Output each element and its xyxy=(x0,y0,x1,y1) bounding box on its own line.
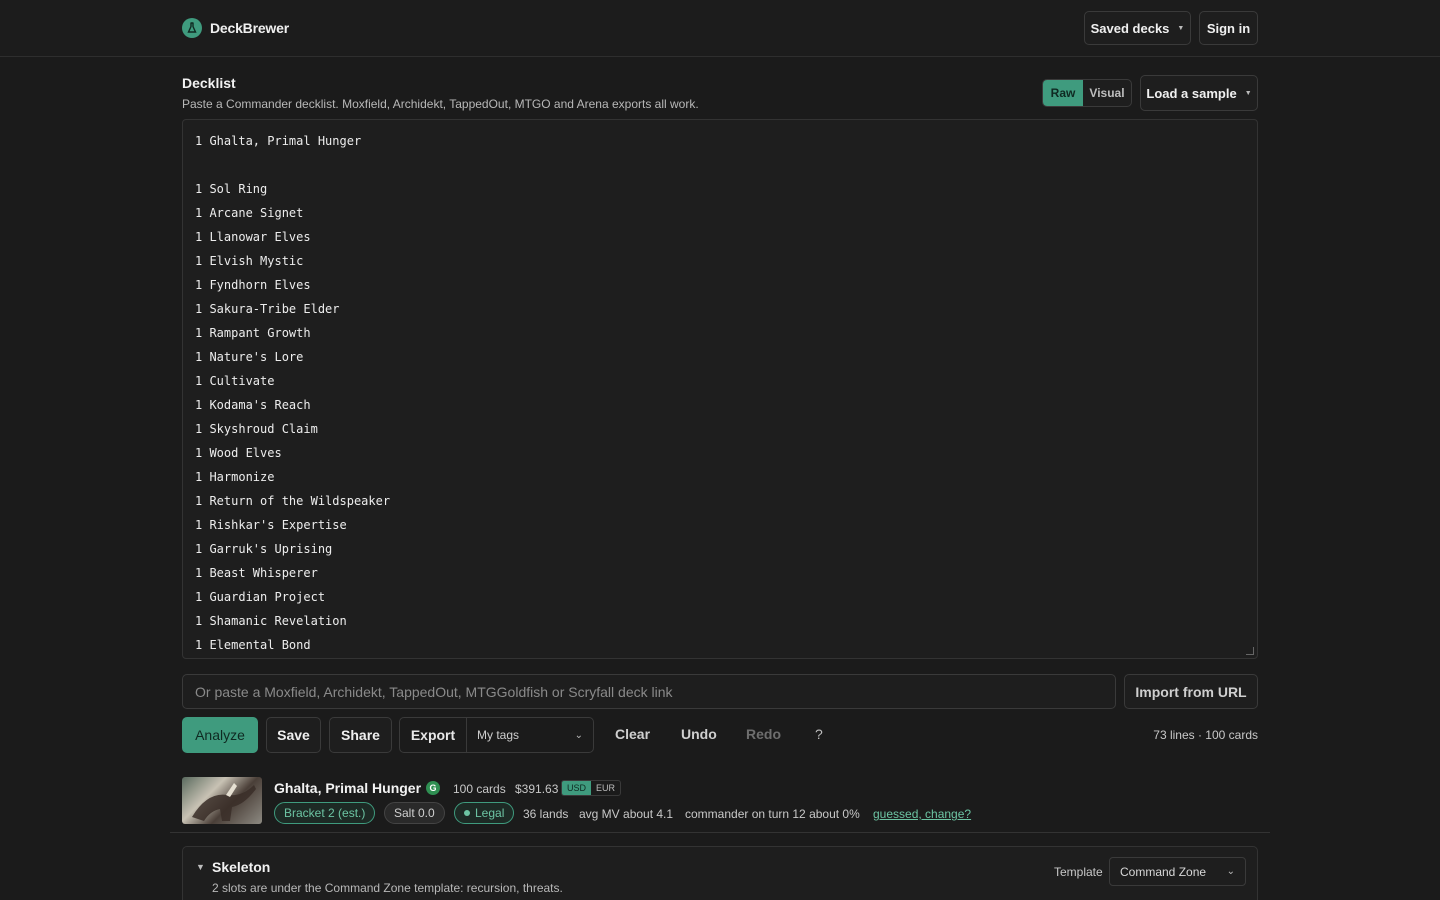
decklist-line xyxy=(195,157,1245,181)
chevron-down-icon: ⌄ xyxy=(1226,866,1235,877)
status-dot-icon xyxy=(464,810,470,816)
decklist-line: 1 Rishkar's Expertise xyxy=(195,518,347,532)
deck-price: $391.63 xyxy=(515,782,559,796)
skeleton-title[interactable]: Skeleton xyxy=(212,859,270,875)
save-button[interactable]: Save xyxy=(266,717,321,753)
chevron-down-icon: ▼ xyxy=(1177,24,1185,32)
analyze-button[interactable]: Analyze xyxy=(182,717,258,753)
decklist-line: 1 Garruk's Uprising xyxy=(195,542,333,556)
decklist-line: 1 Sakura-Tribe Elder xyxy=(195,302,340,316)
saved-decks-label: Saved decks xyxy=(1090,20,1170,36)
commander-art-thumbnail[interactable] xyxy=(182,777,262,824)
card-count: 100 cards xyxy=(453,782,506,796)
green-mana-icon: G xyxy=(426,781,440,795)
clear-button[interactable]: Clear xyxy=(615,726,650,742)
decklist-line: 1 Fyndhorn Elves xyxy=(195,278,311,292)
view-mode-toggle: Raw Visual xyxy=(1042,79,1132,107)
commander-turn-estimate: commander on turn 12 about 0% xyxy=(685,807,860,821)
decklist-line: 1 Cultivate xyxy=(195,374,275,388)
top-bar: DeckBrewer Saved decks ▼ Sign in xyxy=(0,0,1440,57)
export-button[interactable]: Export xyxy=(400,718,467,752)
skeleton-subtitle: 2 slots are under the Command Zone templ… xyxy=(212,881,563,895)
collapse-triangle-icon[interactable]: ▼ xyxy=(196,862,205,872)
decklist-line: 1 Beast Whisperer xyxy=(195,566,318,580)
tags-select[interactable]: My tags ⌄ xyxy=(467,718,593,752)
currency-toggle: USD EUR xyxy=(561,780,622,796)
tags-select-value: My tags xyxy=(477,728,520,742)
template-select[interactable]: Command Zone ⌄ xyxy=(1109,857,1246,886)
currency-usd[interactable]: USD xyxy=(562,781,592,795)
decklist-line: 1 Kodama's Reach xyxy=(195,398,311,412)
template-label: Template xyxy=(1054,865,1103,879)
decklist-textarea[interactable]: 1 Ghalta, Primal Hunger 1 Sol Ring 1 Arcan… xyxy=(182,119,1258,659)
saved-decks-button[interactable]: Saved decks ▼ xyxy=(1084,11,1191,45)
chevron-down-icon: ▼ xyxy=(1244,89,1252,97)
skeleton-panel: ▼ Skeleton 2 slots are under the Command… xyxy=(182,846,1258,900)
decklist-line: 1 Skyshroud Claim xyxy=(195,422,318,436)
commander-summary: Ghalta, Primal Hunger G 100 cards $391.6… xyxy=(170,769,1270,833)
guessed-change-link[interactable]: guessed, change? xyxy=(873,807,971,821)
view-visual-button[interactable]: Visual xyxy=(1083,80,1131,106)
brand[interactable]: DeckBrewer xyxy=(182,18,289,38)
decklist-title: Decklist xyxy=(182,75,236,91)
decklist-line: 1 Rampant Growth xyxy=(195,326,311,340)
load-sample-button[interactable]: Load a sample ▼ xyxy=(1140,75,1258,111)
legality-label: Legal xyxy=(475,806,505,820)
flask-icon xyxy=(182,18,202,38)
help-button[interactable]: ? xyxy=(815,726,823,742)
load-sample-label: Load a sample xyxy=(1146,85,1237,101)
decklist-line: 1 Harmonize xyxy=(195,470,275,484)
line-card-counts: 73 lines · 100 cards xyxy=(1153,728,1258,742)
decklist-subtitle: Paste a Commander decklist. Moxfield, Ar… xyxy=(182,97,699,111)
sign-in-button[interactable]: Sign in xyxy=(1199,11,1258,45)
decklist-line: 1 Elvish Mystic xyxy=(195,254,304,268)
decklist-lines: 1 Ghalta, Primal Hunger 1 Sol Ring 1 Arcan… xyxy=(195,133,1245,658)
redo-button[interactable]: Redo xyxy=(746,726,781,742)
template-select-value: Command Zone xyxy=(1120,864,1207,879)
decklist-line: 1 Ghalta, Primal Hunger xyxy=(195,134,362,148)
commander-name[interactable]: Ghalta, Primal Hunger xyxy=(274,780,421,796)
avg-mana-value: avg MV about 4.1 xyxy=(579,807,674,821)
bracket-badge[interactable]: Bracket 2 (est.) xyxy=(274,802,376,824)
decklist-line: 1 Wood Elves xyxy=(195,446,282,460)
share-button[interactable]: Share xyxy=(329,717,392,753)
decklist-line: 1 Guardian Project xyxy=(195,590,326,604)
action-bar: Analyze Save Share Export My tags ⌄ Clea… xyxy=(182,717,1258,753)
deck-url-input[interactable] xyxy=(182,674,1116,709)
currency-eur[interactable]: EUR xyxy=(591,781,620,795)
view-raw-button[interactable]: Raw xyxy=(1043,80,1083,106)
land-count: 36 lands xyxy=(523,807,569,821)
decklist-line: 1 Llanowar Elves xyxy=(195,230,311,244)
resize-handle-icon[interactable] xyxy=(1246,647,1254,655)
brand-name: DeckBrewer xyxy=(210,20,289,36)
export-group: Export My tags ⌄ xyxy=(399,717,594,753)
legality-badge[interactable]: Legal xyxy=(454,802,515,824)
chevron-down-icon: ⌄ xyxy=(574,729,583,741)
decklist-line: 1 Arcane Signet xyxy=(195,206,304,220)
decklist-line: 1 Nature's Lore xyxy=(195,350,304,364)
decklist-line: 1 Return of the Wildspeaker xyxy=(195,494,391,508)
decklist-line: 1 Elemental Bond xyxy=(195,638,311,652)
salt-badge[interactable]: Salt 0.0 xyxy=(384,802,445,824)
undo-button[interactable]: Undo xyxy=(681,726,717,742)
decklist-line: 1 Shamanic Revelation xyxy=(195,614,347,628)
import-from-url-button[interactable]: Import from URL xyxy=(1124,674,1258,709)
decklist-line: 1 Sol Ring xyxy=(195,182,268,196)
